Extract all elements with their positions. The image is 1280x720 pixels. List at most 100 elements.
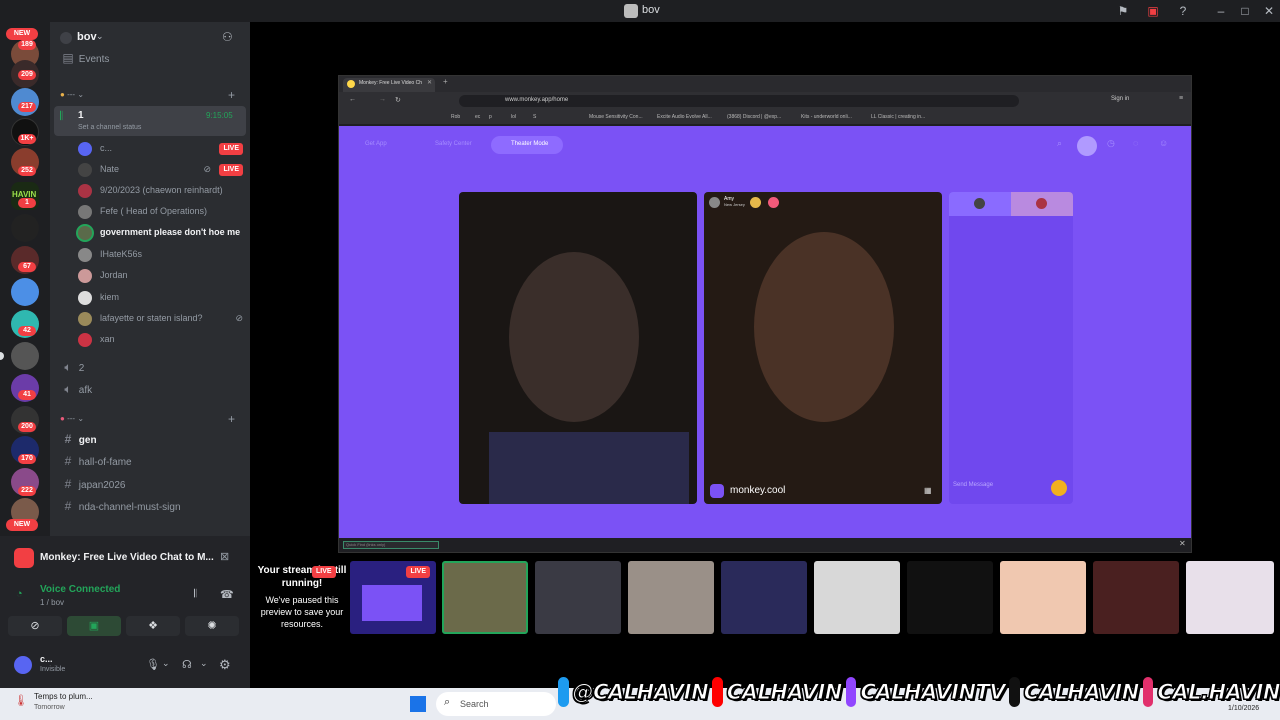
menu-icon[interactable]: ≡ [1179, 95, 1183, 102]
activities-button[interactable]: ❖ [126, 616, 180, 636]
minimize-button[interactable]: – [1214, 4, 1228, 18]
voice-channel-2[interactable]: 🔈︎ 2 [60, 358, 84, 376]
profile-icon[interactable] [1077, 136, 1097, 156]
reload-icon[interactable]: ↻ [395, 96, 401, 104]
voice-status[interactable]: Voice Connected [40, 584, 120, 595]
bookmark[interactable]: (3868) Discord | @exp... [727, 114, 781, 120]
stream-preview-thumb[interactable] [814, 561, 900, 634]
category-header[interactable]: ● --- ⌄ [60, 410, 84, 428]
text-channel[interactable]: # hall-of-fame [60, 452, 132, 470]
screen-share-icon[interactable]: ▣ [1146, 4, 1160, 18]
camera-button[interactable]: ⊘ [8, 616, 62, 636]
bookmark[interactable]: Mouse Sensitivity Con... [589, 114, 643, 120]
chevron-down-icon[interactable]: ⌄ [162, 658, 170, 669]
headphones-icon[interactable]: ☊ [182, 658, 192, 671]
avatar[interactable] [14, 656, 32, 674]
windows-start-icon[interactable] [410, 696, 426, 712]
bookmark[interactable]: Excite Audio Evolve All... [657, 114, 712, 120]
bookmark[interactable]: S [533, 114, 536, 120]
activity-title[interactable]: Monkey: Free Live Video Chat to M... [40, 552, 214, 563]
bookmark[interactable]: ec [475, 114, 480, 120]
stream-preview-thumb[interactable] [1186, 561, 1274, 634]
close-activity-icon[interactable]: ⊠ [220, 550, 229, 563]
server-icon[interactable] [11, 342, 39, 370]
heart-icon[interactable] [768, 197, 779, 208]
voice-channel-1[interactable]: 𝄃 1 9:15:05 Set a channel status [54, 106, 246, 136]
server-icon[interactable] [11, 278, 39, 306]
maximize-button[interactable]: □ [1238, 4, 1252, 18]
voice-user[interactable]: Fefe ( Head of Operations) [78, 201, 207, 221]
chat-tab[interactable] [949, 192, 1011, 216]
inbox-icon[interactable]: ⚑ [1116, 4, 1130, 18]
noise-suppression-icon[interactable]: 𝄃 [194, 588, 196, 601]
stream-preview-thumb[interactable] [907, 561, 993, 634]
text-channel-gen[interactable]: # gen [60, 430, 97, 448]
add-channel-icon[interactable]: + [228, 412, 235, 426]
report-icon[interactable]: ▦ [924, 486, 932, 495]
bookmark[interactable]: Kits - underworld onli... [801, 114, 852, 120]
voice-channel-afk[interactable]: 🔈︎ afk [60, 380, 92, 398]
voice-user[interactable]: xan [78, 329, 115, 349]
voice-user[interactable]: government please don't hoe me [78, 222, 240, 242]
chat-icon[interactable]: ◌ [1133, 138, 1138, 148]
history-icon[interactable]: ◷ [1107, 138, 1115, 149]
stream-preview-thumb[interactable] [535, 561, 621, 634]
back-arrow-icon[interactable]: ← [349, 96, 356, 103]
voice-user[interactable]: c... LIVE [78, 138, 243, 158]
voice-user[interactable]: Jordan [78, 265, 128, 285]
chevron-down-icon[interactable]: ⌄ [200, 658, 208, 669]
server-icon[interactable] [11, 214, 39, 242]
add-channel-icon[interactable]: + [228, 88, 235, 102]
stream-preview-thumb[interactable] [442, 561, 528, 634]
get-app-link[interactable]: Get App [365, 141, 387, 147]
close-find-icon[interactable]: ✕ [1179, 539, 1186, 548]
bookmark[interactable]: p [489, 114, 492, 120]
search-icon[interactable]: ⌕ [1057, 138, 1062, 149]
stream-preview-thumb[interactable]: LIVE [350, 561, 436, 634]
settings-gear-icon[interactable]: ⚙ [219, 657, 231, 673]
stream-preview-thumb[interactable] [721, 561, 807, 634]
close-tab-icon[interactable]: ✕ [427, 79, 432, 86]
signin-button[interactable]: Sign in [1111, 96, 1129, 102]
voice-channel-path[interactable]: 1 / bov [40, 598, 64, 607]
new-pill[interactable]: NEW [6, 28, 38, 40]
text-channel[interactable]: # nda-channel-must-sign [60, 497, 181, 515]
taskbar-search[interactable]: ⌕ Search [436, 692, 556, 716]
browser-tab[interactable]: Monkey: Free Live Video Ch ✕ [343, 78, 435, 92]
voice-user[interactable]: lafayette or staten island? ⊘ [78, 308, 243, 328]
friends-icon[interactable]: ☺ [1159, 138, 1168, 148]
gift-icon[interactable] [1051, 480, 1067, 496]
send-message-input[interactable]: Send Message [953, 482, 993, 488]
preview-image [362, 585, 422, 621]
bookmark[interactable]: LL Classic | creating in... [871, 114, 925, 120]
voice-user[interactable]: 9/20/2023 (chaewon reinhardt) [78, 180, 223, 200]
category-header[interactable]: ● --- ⌄ [60, 86, 84, 104]
close-button[interactable]: ✕ [1262, 4, 1276, 18]
channel-events[interactable]: ▤ Events [60, 49, 109, 67]
bookmark[interactable]: lol [511, 114, 516, 120]
chat-tab[interactable] [1011, 192, 1073, 216]
stream-preview-thumb[interactable] [1093, 561, 1179, 634]
add-friend-icon[interactable]: ⚇ [222, 30, 233, 44]
quick-find-input[interactable]: Quick Find (links only) [343, 541, 439, 549]
safety-center-link[interactable]: Safety Center [435, 141, 472, 147]
screenshare-button[interactable]: ▣ [67, 616, 121, 636]
voice-user[interactable]: kiem [78, 287, 119, 307]
address-bar[interactable]: www.monkey.app/home [459, 95, 1019, 107]
new-tab-icon[interactable]: + [443, 77, 448, 86]
new-pill[interactable]: NEW [6, 519, 38, 531]
help-icon[interactable]: ? [1176, 4, 1190, 18]
bookmark[interactable]: Rob [451, 114, 460, 120]
disconnect-icon[interactable]: ☎ [220, 588, 234, 601]
username[interactable]: c... [40, 654, 53, 664]
voice-user[interactable]: IHateK56s [78, 244, 142, 264]
channel-status[interactable]: Set a channel status [78, 124, 141, 131]
forward-arrow-icon[interactable]: → [379, 96, 386, 103]
voice-user[interactable]: Nate ⊘ LIVE [78, 159, 243, 179]
soundboard-button[interactable]: ✺ [185, 616, 239, 636]
stream-preview-thumb[interactable] [1000, 561, 1086, 634]
notification-title[interactable]: Temps to plum... [34, 692, 93, 701]
stream-preview-thumb[interactable] [628, 561, 714, 634]
text-channel[interactable]: # japan2026 [60, 475, 126, 493]
microphone-icon[interactable]: 🎙︎ [146, 658, 160, 671]
